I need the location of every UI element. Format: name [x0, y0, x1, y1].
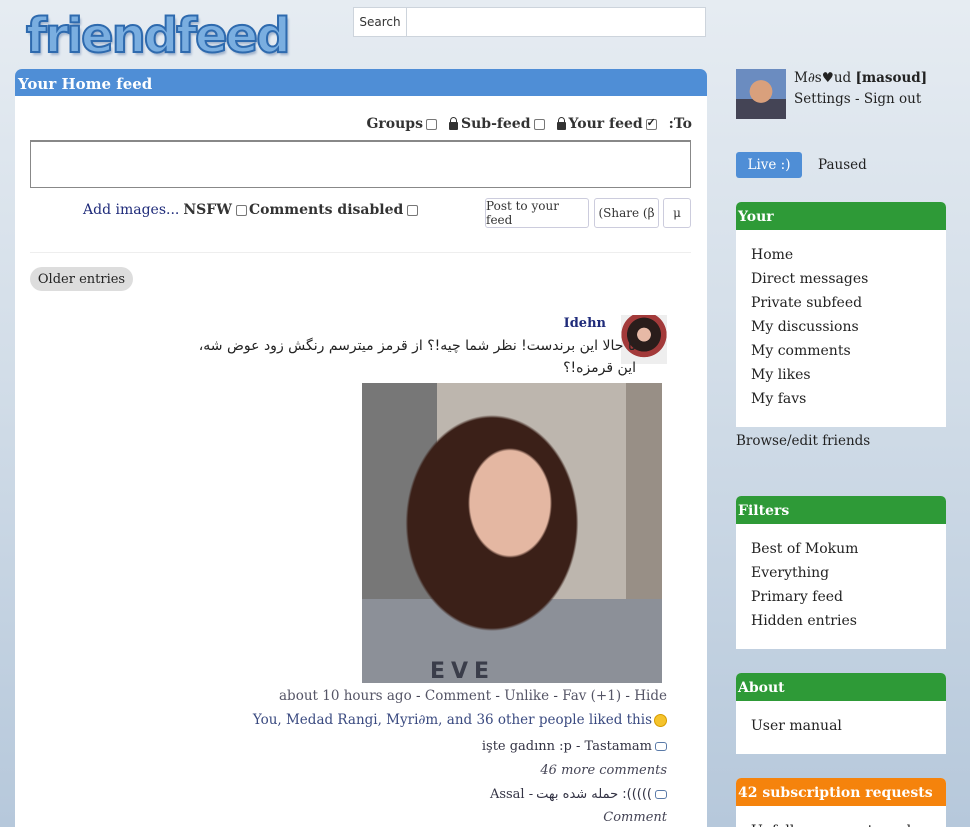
comments-disabled-label: Comments disabled — [249, 202, 404, 218]
menu-item-private-subfeed[interactable]: Private subfeed — [751, 291, 946, 315]
menu-item-my-likes[interactable]: My likes — [751, 363, 946, 387]
your-feed-checkbox[interactable] — [645, 116, 657, 130]
groups-option: Groups — [366, 116, 437, 132]
user-name: M∂s♥ud [masoud] — [794, 70, 927, 86]
likes-text[interactable]: You, Medad Rangi, Myri∂m, and 36 other p… — [253, 712, 652, 728]
filter-primary-feed[interactable]: Primary feed — [751, 585, 946, 609]
share-button[interactable]: (Share (β — [594, 198, 659, 228]
menu-item-home[interactable]: Home — [751, 243, 946, 267]
your-box-title: Your — [736, 202, 946, 230]
entry-photo[interactable] — [362, 383, 662, 683]
settings-link[interactable]: Settings — [794, 91, 851, 107]
entry-author[interactable]: Idehn — [564, 316, 606, 331]
requests-title[interactable]: 42 subscription requests — [736, 778, 946, 806]
divider — [30, 252, 691, 253]
page-title: Your Home feed — [15, 69, 707, 96]
your-box: Your Home Direct messages Private subfee… — [736, 202, 946, 427]
post-button[interactable]: Post to your feed — [485, 198, 589, 228]
sign-out-link[interactable]: Sign out — [864, 91, 921, 107]
comment-1-text: işte gadınn :p - Tastamam — [481, 739, 652, 754]
entry-meta: about 10 hours ago - Comment - Unlike - … — [279, 688, 667, 704]
user-handle: [masoud] — [855, 70, 928, 86]
search-button[interactable]: Search — [353, 7, 407, 37]
comment-2-text: حمله شده بهت :((((( — [536, 787, 652, 802]
user-links: Settings - Sign out — [794, 91, 922, 107]
home-feed-panel: Your Home feed Groups Sub-feed Your feed… — [15, 69, 707, 827]
menu-item-my-discussions[interactable]: My discussions — [751, 315, 946, 339]
comment-bubble-icon — [655, 742, 667, 751]
comment-2: Assal - حمله شده بهت :((((( — [490, 787, 667, 802]
friendfeed-logo[interactable]: friendfeed — [25, 7, 291, 65]
search-input[interactable] — [407, 7, 706, 37]
comment-2-author[interactable]: Assal - — [490, 787, 533, 802]
post-textarea[interactable] — [30, 140, 691, 188]
filter-best-of-mokum[interactable]: Best of Mokum — [751, 537, 946, 561]
filter-hidden-entries[interactable]: Hidden entries — [751, 609, 946, 633]
to-label: :To — [668, 116, 692, 132]
user-manual-link[interactable]: User manual — [751, 714, 946, 738]
sub-feed-option: Sub-feed — [448, 116, 545, 132]
unfollow-requests-link[interactable]: Unfollow requests and ... — [751, 819, 946, 827]
menu-item-my-comments[interactable]: My comments — [751, 339, 946, 363]
nsfw-checkbox[interactable] — [235, 204, 247, 216]
live-button[interactable]: Live :) — [736, 152, 802, 178]
comment-1: işte gadınn :p - Tastamam — [482, 739, 667, 754]
fav-action[interactable]: Fav (+1) — [562, 688, 621, 704]
browse-friends-link[interactable]: Browse/edit friends — [736, 433, 870, 449]
comments-disabled-checkbox[interactable] — [407, 204, 419, 216]
filters-title: Filters — [736, 496, 946, 524]
unlike-action[interactable]: Unlike — [504, 688, 549, 704]
about-menu: User manual — [736, 701, 946, 748]
filters-box: Filters Best of Mokum Everything Primary… — [736, 496, 946, 649]
requests-box: 42 subscription requests Unfollow reques… — [736, 778, 946, 827]
groups-label: Groups — [366, 116, 423, 132]
lock-icon — [556, 116, 566, 130]
filter-everything[interactable]: Everything — [751, 561, 946, 585]
groups-checkbox[interactable] — [425, 118, 437, 130]
comment-bubble-icon — [655, 790, 667, 799]
your-feed-label: Your feed — [568, 116, 643, 132]
comment-action[interactable]: Comment — [425, 688, 491, 704]
add-comment-link[interactable]: Comment — [603, 810, 667, 825]
mu-button[interactable]: μ — [663, 198, 691, 228]
about-title: About — [736, 673, 946, 701]
photo-shirt-text: EVE — [430, 659, 496, 684]
likes-line: You, Medad Rangi, Myri∂m, and 36 other p… — [253, 712, 667, 728]
your-menu: Home Direct messages Private subfeed My … — [736, 230, 946, 421]
entry-text: تا حالا این برندست! نظر شما چیه!؟ از قرم… — [198, 338, 636, 376]
comments-disabled-option: Comments disabled — [249, 202, 419, 218]
menu-item-my-favs[interactable]: My favs — [751, 387, 946, 411]
entry-time[interactable]: about 10 hours ago — [279, 688, 412, 704]
sub-feed-checkbox[interactable] — [533, 118, 545, 130]
older-entries-button[interactable]: Older entries — [30, 267, 133, 291]
nsfw-option: Add images... NSFW — [83, 202, 247, 218]
post-targets: Groups Sub-feed Your feed :To — [366, 116, 692, 133]
user-display-name[interactable]: M∂s♥ud — [794, 70, 851, 86]
user-avatar[interactable] — [736, 69, 786, 119]
smiley-icon — [654, 713, 667, 727]
requests-menu: Unfollow requests and ... — [736, 806, 946, 827]
sub-feed-label: Sub-feed — [460, 116, 531, 132]
add-images-link[interactable]: Add images... — [83, 202, 179, 218]
more-comments-link[interactable]: 46 more comments — [540, 763, 667, 778]
your-feed-option: Your feed — [556, 116, 657, 132]
nsfw-label: NSFW — [183, 202, 232, 218]
paused-button[interactable]: Paused — [818, 157, 867, 173]
menu-item-direct-messages[interactable]: Direct messages — [751, 267, 946, 291]
lock-icon — [448, 116, 458, 130]
filters-menu: Best of Mokum Everything Primary feed Hi… — [736, 524, 946, 643]
about-box: About User manual — [736, 673, 946, 754]
hide-action[interactable]: Hide — [634, 688, 667, 704]
